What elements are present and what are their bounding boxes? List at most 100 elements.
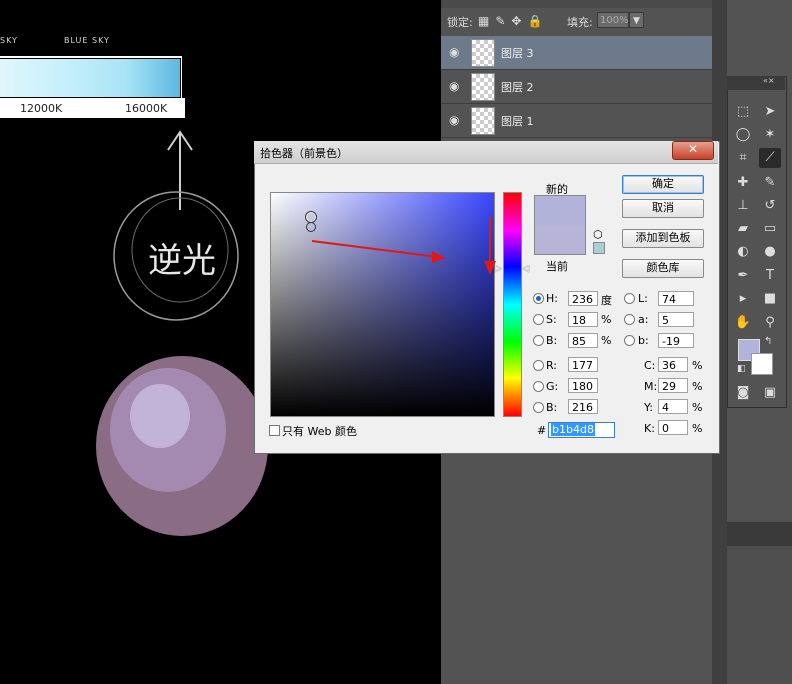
screen-mode-icon[interactable]: ▣ — [759, 383, 781, 403]
gradient-tool-icon[interactable]: ▭ — [759, 219, 781, 239]
hex-label: # — [537, 424, 547, 437]
eyedropper-tool-icon[interactable]: ⟋ — [759, 148, 781, 168]
healing-brush-tool-icon[interactable]: ✚ — [732, 173, 754, 193]
move-tool-icon[interactable]: ➤ — [759, 102, 781, 122]
layer-name: 图层 2 — [501, 81, 534, 94]
default-colors-icon[interactable]: ◧ — [737, 364, 746, 374]
field-r[interactable]: 177 — [568, 357, 598, 372]
magic-wand-tool-icon[interactable]: ✶ — [759, 125, 781, 145]
dodge-tool-icon[interactable]: ● — [759, 242, 781, 262]
current-color-label: 当前 — [546, 260, 568, 273]
label-r: R: — [546, 359, 558, 372]
field-c[interactable]: 36 — [658, 357, 688, 372]
label-h: H: — [546, 292, 558, 305]
radio-lab-b[interactable] — [624, 335, 635, 346]
unit-h: 度 — [601, 294, 612, 307]
quick-mask-icon[interactable]: ◙ — [732, 383, 754, 403]
label-s: S: — [546, 313, 557, 326]
field-g[interactable]: 180 — [568, 378, 598, 393]
visibility-eye-icon[interactable]: ◉ — [449, 46, 463, 58]
new-color-swatch — [534, 195, 586, 226]
type-tool-icon[interactable]: T — [759, 266, 781, 286]
path-select-tool-icon[interactable]: ▸ — [732, 289, 754, 309]
zoom-tool-icon[interactable]: ⚲ — [759, 313, 781, 333]
layer-thumbnail — [471, 39, 495, 67]
field-y[interactable]: 4 — [658, 399, 688, 414]
out-of-gamut-cube-icon[interactable]: ⬡ — [593, 228, 603, 241]
label-lab-b: b: — [638, 334, 649, 347]
hex-value: b1b4d8 — [551, 423, 595, 436]
field-m[interactable]: 29 — [658, 378, 688, 393]
layer-name: 图层 3 — [501, 47, 534, 60]
field-a[interactable]: 5 — [658, 312, 694, 327]
field-h[interactable]: 236 — [568, 291, 598, 306]
brush-tool-icon[interactable]: ✎ — [759, 173, 781, 193]
tools-panel-header[interactable]: «× — [727, 76, 785, 90]
radio-l[interactable] — [624, 293, 635, 304]
unit-c: % — [692, 359, 703, 372]
layer-row-2[interactable]: ◉ 图层 2 — [441, 70, 712, 104]
add-to-swatches-button[interactable]: 添加到色板 — [622, 229, 704, 248]
label-k: K: — [644, 422, 655, 435]
web-safe-swatch[interactable] — [593, 242, 605, 254]
fill-dropdown-icon[interactable]: ▼ — [629, 12, 644, 28]
layer-thumbnail — [471, 107, 495, 135]
lower-panel-body — [727, 546, 792, 684]
lasso-tool-icon[interactable]: ◯ — [732, 125, 754, 145]
cancel-button[interactable]: 取消 — [622, 199, 704, 218]
web-only-checkbox[interactable] — [269, 425, 280, 436]
hand-tool-icon[interactable]: ✋ — [732, 313, 754, 333]
radio-r[interactable] — [533, 360, 544, 371]
label-blue: B: — [546, 401, 558, 414]
history-brush-tool-icon[interactable]: ↺ — [759, 196, 781, 216]
unit-m: % — [692, 380, 703, 393]
collapse-icon[interactable]: «× — [763, 76, 775, 85]
radio-a[interactable] — [624, 314, 635, 325]
radio-s[interactable] — [533, 314, 544, 325]
field-lab-b[interactable]: -19 — [658, 333, 694, 348]
blur-tool-icon[interactable]: ◐ — [732, 242, 754, 262]
field-b[interactable]: 85 — [568, 333, 598, 348]
field-k[interactable]: 0 — [658, 420, 688, 435]
radio-b[interactable] — [533, 335, 544, 346]
crop-tool-icon[interactable]: ⌗ — [732, 148, 754, 168]
eraser-tool-icon[interactable]: ▰ — [732, 219, 754, 239]
visibility-eye-icon[interactable]: ◉ — [449, 114, 463, 126]
pen-tool-icon[interactable]: ✒ — [732, 266, 754, 286]
web-only-label: 只有 Web 颜色 — [282, 425, 357, 438]
shape-tool-icon[interactable]: ■ — [759, 289, 781, 309]
color-libraries-button[interactable]: 颜色库 — [622, 259, 704, 278]
red-arrowhead-vertical — [484, 261, 496, 275]
blend-mode-row[interactable] — [441, 0, 712, 8]
background-color-swatch[interactable] — [751, 353, 773, 375]
layer-row-1[interactable]: ◉ 图层 1 — [441, 104, 712, 138]
label-c: C: — [644, 359, 656, 372]
red-arrowhead-horizontal — [432, 251, 446, 263]
unit-b: % — [601, 334, 612, 347]
label-m: M: — [644, 380, 658, 393]
marquee-tool-icon[interactable]: ⬚ — [732, 102, 754, 122]
current-color-swatch[interactable] — [534, 225, 586, 255]
label-y: Y: — [644, 401, 653, 414]
unit-y: % — [692, 401, 703, 414]
field-blue[interactable]: 216 — [568, 399, 598, 414]
visibility-eye-icon[interactable]: ◉ — [449, 80, 463, 92]
swap-colors-icon[interactable]: ↰ — [764, 336, 772, 347]
unit-s: % — [601, 313, 612, 326]
unit-k: % — [692, 422, 703, 435]
field-l[interactable]: 74 — [658, 291, 694, 306]
radio-blue[interactable] — [533, 402, 544, 413]
stamp-tool-icon[interactable]: ⊥ — [732, 196, 754, 216]
label-b: B: — [546, 334, 558, 347]
layer-row-3[interactable]: ◉ 图层 3 — [441, 36, 712, 70]
lock-icons[interactable]: ▦✎✥🔒 — [478, 14, 548, 28]
ok-button[interactable]: 确定 — [622, 175, 704, 194]
fill-input[interactable]: 100% — [597, 12, 629, 28]
hex-input[interactable]: b1b4d8 — [548, 422, 615, 438]
field-s[interactable]: 18 — [568, 312, 598, 327]
radio-g[interactable] — [533, 381, 544, 392]
radio-h[interactable] — [533, 293, 544, 304]
lock-label: 锁定: — [447, 16, 473, 29]
layer-thumbnail — [471, 73, 495, 101]
purple-blob-highlight — [130, 384, 190, 448]
